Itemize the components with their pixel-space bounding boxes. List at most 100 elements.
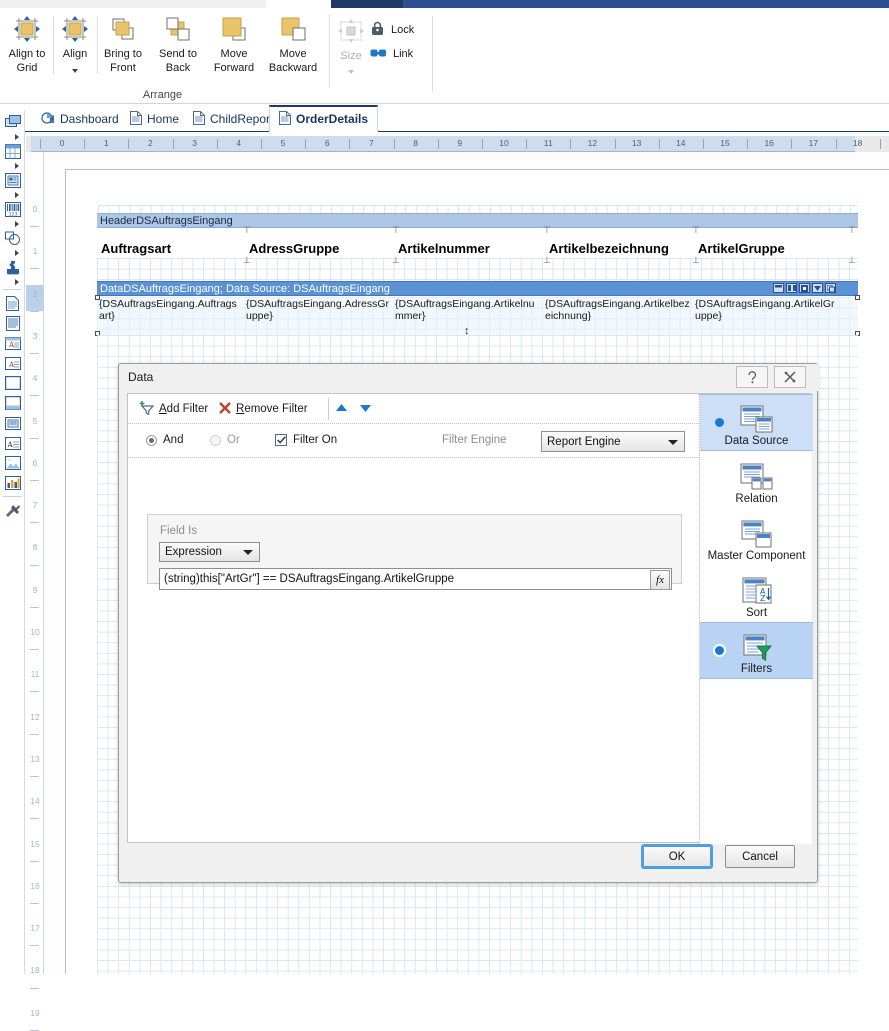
containers-dropdown-icon[interactable] (0, 190, 25, 199)
system-text-icon[interactable]: A (0, 353, 25, 373)
column-tick-icon: ⊥ (543, 255, 551, 265)
nav-item-master-component[interactable]: Master Component (700, 508, 813, 565)
align-to-grid-icon (4, 12, 50, 46)
link-button[interactable]: Link (370, 42, 414, 66)
band-copy-icon[interactable] (825, 283, 836, 293)
remove-filter-button[interactable]: Remove Filter (218, 400, 308, 418)
nav-item-filters[interactable]: Filters (700, 622, 813, 679)
data-field-auftragsart[interactable]: {DSAuftragsEingang.Auftragsart} (99, 298, 239, 322)
move-backward-button[interactable]: Move Backward (264, 12, 322, 74)
tab-orderdetails[interactable]: OrderDetails (269, 105, 379, 132)
filter-engine-value: Report Engine (547, 435, 621, 448)
data-band-caption[interactable]: DataDSAuftragsEingang; Data Source: DSAu… (97, 281, 858, 296)
align-button[interactable]: Align (57, 12, 93, 76)
report-page-tabs: Dashboard Home ChildReport OrderDetails (0, 105, 889, 132)
selection-handle[interactable] (855, 295, 860, 300)
ruler-h-number: 1 (103, 138, 109, 148)
chart-icon[interactable] (0, 473, 25, 493)
align-dropdown-caret-icon[interactable] (57, 64, 93, 76)
shapes-icon[interactable] (0, 228, 25, 248)
header-column-auftragsart[interactable]: Auftragsart (101, 241, 171, 256)
move-filter-up-button[interactable] (335, 400, 348, 418)
tab-home[interactable]: Home (120, 105, 189, 132)
expression-input[interactable]: (string)this["ArtGr"] == DSAuftragsEinga… (159, 568, 672, 590)
data-field-artikelnummer[interactable]: {DSAuftragsEingang.Artikelnummer} (395, 298, 540, 322)
ruler-h-tick (216, 139, 218, 149)
data-field-artikelbezeichnung[interactable]: {DSAuftragsEingang.Artikelbezeichnung} (545, 298, 690, 322)
filter-on-checkbox[interactable]: Filter On (275, 434, 337, 446)
size-button[interactable]: Size (332, 14, 370, 77)
barcode-icon[interactable]: 123 (0, 199, 25, 219)
text-in-cells-icon[interactable]: A (0, 333, 25, 353)
field-is-select[interactable]: Expression (159, 542, 260, 562)
band-expand-icon[interactable] (812, 283, 823, 293)
filter-engine-label: Filter Engine (442, 434, 507, 446)
size-dropdown-caret-icon[interactable] (332, 65, 370, 77)
cancel-button[interactable]: Cancel (725, 845, 795, 868)
nav-item-relation[interactable]: Relation (700, 451, 813, 508)
containers-icon[interactable] (0, 170, 25, 190)
ok-button[interactable]: OK (642, 845, 712, 868)
ruler-h-number: 12 (587, 138, 598, 148)
bring-to-front-button[interactable]: Bring to Front (100, 12, 146, 74)
plugins-icon[interactable] (0, 257, 25, 277)
expression-editor-button[interactable]: fx (650, 570, 670, 590)
dialog-title-bar[interactable]: Data (119, 364, 819, 391)
or-radio[interactable]: Or (210, 434, 240, 446)
send-to-back-label-line2: Back (165, 62, 191, 74)
dialog-close-button[interactable] (774, 366, 806, 388)
bands-dropdown-icon[interactable] (0, 132, 25, 141)
filter-row-card[interactable]: Field Is Expression (string)this["ArtGr"… (147, 514, 682, 590)
data-dialog[interactable]: Data Add Filter Remove Filter And Or Fil… (118, 363, 819, 883)
align-to-grid-button[interactable]: Align to Grid (4, 12, 50, 74)
plugins-dropdown-icon[interactable] (0, 277, 25, 286)
move-filter-down-button[interactable] (359, 400, 372, 418)
data-field-adressgruppe[interactable]: {DSAuftragsEingang.AdressGruppe} (246, 298, 391, 322)
and-label: And (163, 434, 184, 446)
header-band-grid (97, 258, 858, 281)
text-page-icon[interactable] (0, 293, 25, 313)
filter-engine-select[interactable]: Report Engine (541, 431, 685, 452)
data-band-quick-actions[interactable] (773, 283, 836, 293)
header-column-adressgruppe[interactable]: AdressGruppe (249, 241, 339, 256)
cross-bands-dropdown-icon[interactable] (0, 161, 25, 170)
band-conditions-icon[interactable] (773, 283, 784, 293)
sub-report-icon[interactable] (0, 413, 25, 433)
clone-panel-icon[interactable] (0, 393, 25, 413)
selection-handle[interactable] (95, 295, 100, 300)
cross-bands-icon[interactable] (0, 141, 25, 161)
nav-item-data-source[interactable]: Data Source (700, 394, 813, 451)
header-column-artikelnummer[interactable]: Artikelnummer (398, 241, 490, 256)
horizontal-ruler[interactable]: 0 1 2 3 4 5 6 7 8 9 10 11 12 13 14 15 16 17 18 (26, 136, 889, 152)
tools-icon[interactable] (0, 500, 25, 520)
vertical-ruler[interactable]: 0 1 2 3 4 5 6 7 8 9 10 11 12 13 14 15 16 17 18 19 (26, 152, 44, 1031)
add-filter-button[interactable]: Add Filter (139, 400, 208, 418)
rich-text-icon[interactable] (0, 313, 25, 333)
image-icon[interactable] (0, 453, 25, 473)
header-band-caption[interactable]: HeaderDSAuftragsEingang (97, 213, 858, 228)
ruler-v-tick (30, 987, 39, 989)
nav-item-sort[interactable]: A Z Sort (700, 565, 813, 622)
and-radio[interactable]: And (146, 434, 183, 446)
data-field-artikelgruppe[interactable]: {DSAuftragsEingang.ArtikelGruppe} (695, 298, 840, 322)
band-sort-icon[interactable] (786, 283, 797, 293)
dialog-help-button[interactable] (736, 366, 768, 388)
panel-icon[interactable] (0, 373, 25, 393)
move-forward-button[interactable]: Move Forward (208, 12, 260, 74)
header-column-artikelgruppe[interactable]: ArtikelGruppe (698, 241, 785, 256)
svg-text:A: A (8, 341, 15, 349)
lock-button[interactable]: Lock (370, 18, 414, 42)
ruler-v-tick (30, 437, 39, 439)
send-to-back-button[interactable]: Send to Back (155, 12, 201, 74)
fx-icon: fx (656, 574, 664, 586)
barcode-dropdown-icon[interactable] (0, 219, 25, 228)
align-label: Align (62, 48, 88, 60)
shapes-dropdown-icon[interactable] (0, 248, 25, 257)
bands-icon[interactable] (0, 112, 25, 132)
column-tick-icon: ⊤ (392, 225, 400, 235)
header-column-artikelbezeichnung[interactable]: Artikelbezeichnung (549, 241, 669, 256)
tab-dashboard[interactable]: Dashboard (31, 105, 129, 132)
checkbox-text-icon[interactable]: A (0, 433, 25, 453)
bring-to-front-icon (100, 12, 146, 46)
band-filter-icon[interactable] (799, 283, 810, 293)
